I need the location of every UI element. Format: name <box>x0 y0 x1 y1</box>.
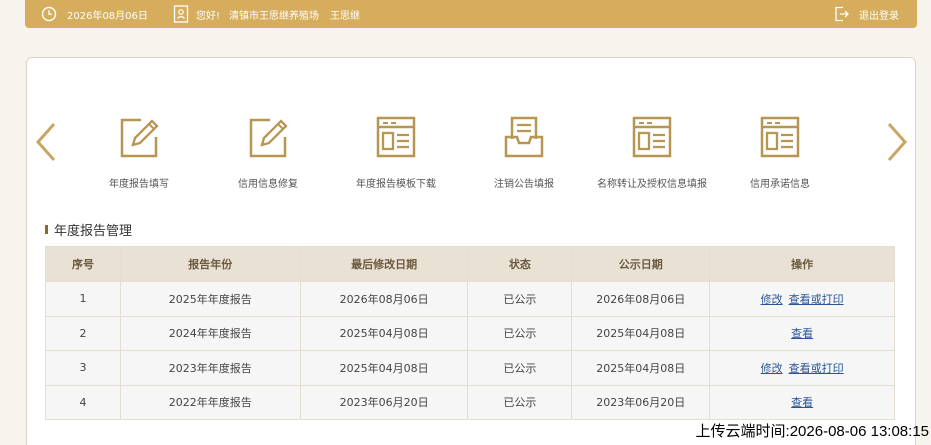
upload-timestamp: 上传云端时间:2026-08-06 13:08:15 <box>695 423 929 440</box>
cell-published: 2026年08月06日 <box>571 281 711 317</box>
col-header-status: 状态 <box>467 246 573 282</box>
form-icon <box>760 116 800 158</box>
form-icon <box>632 116 672 158</box>
farm-name: 清镇市王思继养殖场 <box>229 10 320 22</box>
cell-year: 2023年年度报告 <box>119 350 301 386</box>
cell-modified: 2026年08月06日 <box>299 281 469 317</box>
tile-credit-commitment[interactable]: 信用承诺信息 <box>710 115 850 190</box>
table-row: 1 2025年年度报告 2026年08月06日 已公示 2026年08月06日 … <box>45 281 895 317</box>
cell-published: 2025年04月08日 <box>571 350 711 386</box>
table-row: 4 2022年年度报告 2023年06月20日 已公示 2023年06月20日 … <box>45 384 895 420</box>
view-print-link[interactable]: 查看或打印 <box>789 362 844 375</box>
col-header-modified: 最后修改日期 <box>299 246 469 282</box>
greeting-text: 您好! <box>196 10 221 22</box>
form-icon <box>376 116 416 158</box>
cell-year: 2022年年度报告 <box>119 384 301 420</box>
cell-modified: 2025年04月08日 <box>299 315 469 351</box>
section-marker <box>45 225 48 234</box>
cell-modified: 2025年04月08日 <box>299 350 469 386</box>
view-link[interactable]: 查看 <box>791 396 813 409</box>
table-row: 2 2024年年度报告 2025年04月08日 已公示 2025年04月08日 … <box>45 315 895 351</box>
tile-template-download[interactable]: 年度报告模板下载 <box>326 115 466 190</box>
cell-year: 2025年年度报告 <box>119 281 301 317</box>
table-header-row: 序号 报告年份 最后修改日期 状态 公示日期 操作 <box>45 246 895 282</box>
top-bar: 2026年08月06日 您好! 清镇市王思继养殖场 王思继 退出登录 <box>25 0 917 28</box>
table-row: 3 2023年年度报告 2025年04月08日 已公示 2025年04月08日 … <box>45 350 895 386</box>
tile-cancellation-notice[interactable]: 注销公告填报 <box>454 115 594 190</box>
col-header-year: 报告年份 <box>119 246 301 282</box>
user-name: 王思继 <box>330 10 361 22</box>
logout-label: 退出登录 <box>859 10 899 22</box>
inbox-icon <box>504 116 544 158</box>
user-badge-icon <box>173 5 189 23</box>
report-table: 序号 报告年份 最后修改日期 状态 公示日期 操作 1 2025年年度报告 20… <box>45 246 895 420</box>
carousel-prev-button[interactable] <box>33 120 59 164</box>
carousel-next-button[interactable] <box>884 120 910 164</box>
cell-published: 2025年04月08日 <box>571 315 711 351</box>
edit-icon <box>120 118 159 158</box>
greeting-area: 您好! 清镇市王思继养殖场 王思继 <box>173 0 360 28</box>
tile-label: 名称转让及授权信息填报 <box>597 179 707 190</box>
cell-actions: 修改 查看或打印 <box>709 350 895 386</box>
tile-name-transfer[interactable]: 名称转让及授权信息填报 <box>582 115 722 190</box>
current-date: 2026年08月06日 <box>67 10 148 22</box>
tile-credit-repair[interactable]: 信用信息修复 <box>198 115 338 190</box>
cell-actions: 查看 <box>709 315 895 351</box>
section-title-text: 年度报告管理 <box>54 224 133 239</box>
cell-no: 4 <box>45 384 121 420</box>
view-print-link[interactable]: 查看或打印 <box>789 293 844 306</box>
cell-no: 2 <box>45 315 121 351</box>
cell-status: 已公示 <box>467 281 573 317</box>
tile-label: 年度报告模板下载 <box>356 179 436 190</box>
tile-annual-report-fill[interactable]: 年度报告填写 <box>69 115 209 190</box>
cell-published: 2023年06月20日 <box>571 384 711 420</box>
logout-icon <box>835 6 849 22</box>
section-title: 年度报告管理 <box>45 220 132 239</box>
edit-link[interactable]: 修改 <box>761 293 783 306</box>
cell-no: 1 <box>45 281 121 317</box>
cell-status: 已公示 <box>467 384 573 420</box>
cell-actions: 修改 查看或打印 <box>709 281 895 317</box>
cell-actions: 查看 <box>709 384 895 420</box>
tile-label: 注销公告填报 <box>494 179 554 190</box>
col-header-no: 序号 <box>45 246 121 282</box>
edit-link[interactable]: 修改 <box>761 362 783 375</box>
date-area: 2026年08月06日 <box>41 0 148 28</box>
clock-icon <box>41 6 57 22</box>
tile-label: 信用信息修复 <box>238 179 298 190</box>
tile-label: 年度报告填写 <box>109 179 169 190</box>
col-header-actions: 操作 <box>709 246 895 282</box>
col-header-published: 公示日期 <box>571 246 711 282</box>
cell-status: 已公示 <box>467 315 573 351</box>
logout-button[interactable]: 退出登录 <box>834 0 899 28</box>
tile-label: 信用承诺信息 <box>750 179 810 190</box>
edit-icon <box>249 118 288 158</box>
cell-year: 2024年年度报告 <box>119 315 301 351</box>
cell-modified: 2023年06月20日 <box>299 384 469 420</box>
cell-no: 3 <box>45 350 121 386</box>
cell-status: 已公示 <box>467 350 573 386</box>
view-link[interactable]: 查看 <box>791 327 813 340</box>
